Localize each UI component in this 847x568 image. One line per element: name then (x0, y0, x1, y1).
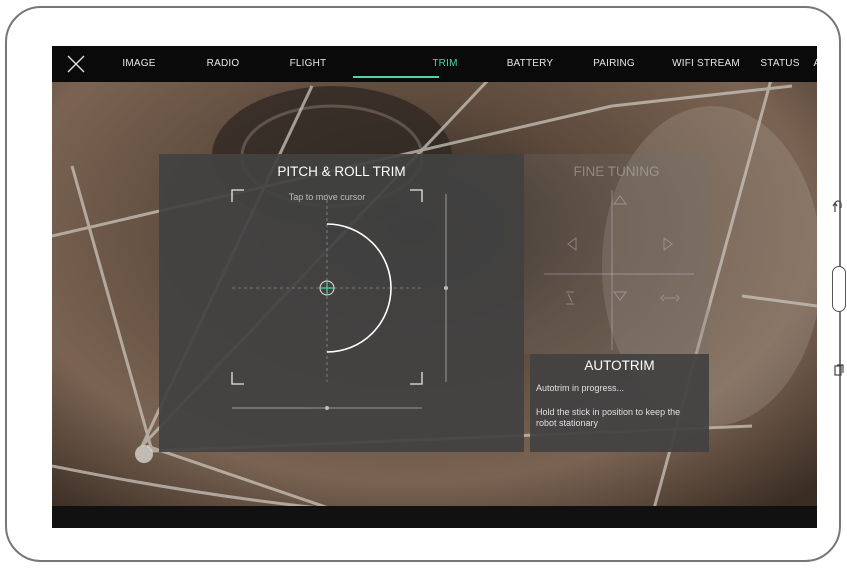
top-nav-bar: IMAGE RADIO FLIGHT TRIM BATTERY PAIRING … (52, 46, 817, 82)
tab-status[interactable]: STATUS (755, 46, 805, 82)
autotrim-panel: AUTOTRIM Autotrim in progress... Hold th… (530, 354, 709, 452)
recents-icon[interactable] (834, 364, 844, 376)
active-tab-indicator (353, 76, 439, 78)
autotrim-title: AUTOTRIM (584, 358, 655, 373)
pitch-roll-trim-panel: PITCH & ROLL TRIM Tap to move cursor (159, 154, 524, 452)
bottom-bar (52, 506, 817, 528)
trim-pad[interactable] (159, 154, 524, 452)
tab-wifi-stream[interactable]: WIFI STREAM (666, 46, 746, 82)
roll-slider-handle (325, 406, 329, 410)
home-button[interactable] (832, 266, 846, 312)
close-icon[interactable] (64, 52, 88, 76)
fine-tuning-controls (544, 190, 694, 350)
tab-overflow[interactable]: A (810, 46, 817, 82)
tab-image[interactable]: IMAGE (114, 46, 164, 82)
fine-width-icon (660, 294, 680, 302)
fine-down-icon (613, 291, 627, 301)
trim-cursor[interactable] (319, 280, 335, 296)
tab-strip: IMAGE RADIO FLIGHT TRIM BATTERY PAIRING … (100, 46, 817, 82)
autotrim-instruction: Hold the stick in position to keep the r… (536, 407, 681, 428)
back-icon[interactable] (832, 198, 844, 214)
tab-battery[interactable]: BATTERY (500, 46, 560, 82)
tab-pairing[interactable]: PAIRING (584, 46, 644, 82)
fine-left-icon (567, 237, 577, 251)
fine-tuning-panel: FINE TUNING (524, 154, 709, 354)
fine-reset-icon (566, 291, 574, 305)
fine-up-icon (613, 195, 627, 205)
tab-flight[interactable]: FLIGHT (283, 46, 333, 82)
app-screen: IMAGE RADIO FLIGHT TRIM BATTERY PAIRING … (52, 46, 817, 528)
pitch-slider-handle (444, 286, 448, 290)
autotrim-status: Autotrim in progress... (536, 383, 625, 393)
tab-radio[interactable]: RADIO (198, 46, 248, 82)
fine-right-icon (663, 237, 673, 251)
